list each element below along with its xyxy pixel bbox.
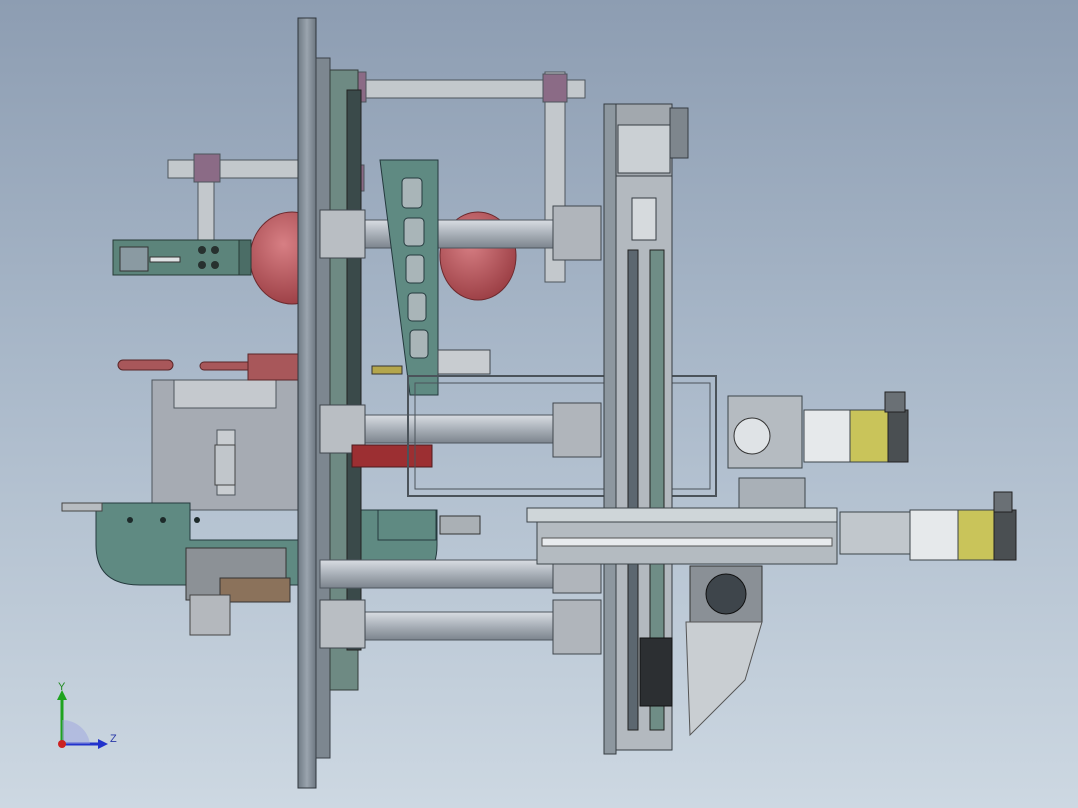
cad-viewport[interactable]: Y Z (0, 0, 1078, 808)
origin-point-icon (58, 740, 66, 748)
lower-left-housing (117, 353, 303, 511)
cad-assembly-model[interactable] (0, 0, 1078, 808)
right-vertical-column (603, 103, 689, 755)
z-axis-label: Z (110, 733, 117, 745)
left-gripper-block (112, 239, 252, 276)
y-axis-label: Y (58, 681, 66, 693)
axis-triad: Y Z (57, 681, 117, 749)
servo-motor-upper (727, 391, 909, 469)
main-vertical-plate (297, 17, 362, 789)
servo-motor-lower (839, 491, 1017, 561)
